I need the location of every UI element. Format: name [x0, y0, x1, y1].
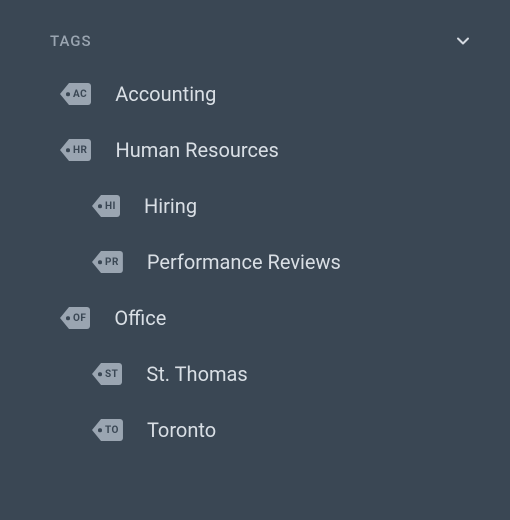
tag-item-st-thomas[interactable]: ST St. Thomas: [0, 346, 510, 402]
tag-item-office[interactable]: OF Office: [0, 290, 510, 346]
tag-icon: PR: [92, 250, 123, 274]
tag-label: St. Thomas: [146, 362, 247, 386]
tag-code: HI: [105, 201, 116, 212]
tag-label: Accounting: [115, 82, 216, 106]
tags-section-header[interactable]: TAGS: [0, 24, 510, 58]
tag-code: OF: [73, 313, 86, 324]
tag-item-performance-reviews[interactable]: PR Performance Reviews: [0, 234, 510, 290]
tag-item-accounting[interactable]: AC Accounting: [0, 66, 510, 122]
tag-code: AC: [73, 89, 87, 100]
tag-label: Toronto: [147, 418, 216, 442]
tag-icon: AC: [60, 82, 91, 106]
tag-item-toronto[interactable]: TO Toronto: [0, 402, 510, 458]
tag-code: ST: [105, 369, 118, 380]
tag-code: PR: [105, 257, 119, 268]
section-title: TAGS: [50, 32, 92, 50]
chevron-down-icon: [456, 34, 470, 48]
tag-label: Human Resources: [115, 138, 278, 162]
tag-label: Hiring: [144, 194, 197, 218]
tag-item-human-resources[interactable]: HR Human Resources: [0, 122, 510, 178]
tag-code: HR: [73, 145, 87, 156]
tag-code: TO: [105, 425, 119, 436]
tag-label: Performance Reviews: [147, 250, 341, 274]
tag-list: AC Accounting HR Human Resources HI Hiri…: [0, 66, 510, 458]
tag-icon: HI: [92, 194, 120, 218]
tag-icon: ST: [92, 362, 122, 386]
tag-icon: TO: [92, 418, 123, 442]
tag-item-hiring[interactable]: HI Hiring: [0, 178, 510, 234]
tag-label: Office: [114, 306, 166, 330]
tag-icon: OF: [60, 306, 90, 330]
tag-icon: HR: [60, 138, 91, 162]
